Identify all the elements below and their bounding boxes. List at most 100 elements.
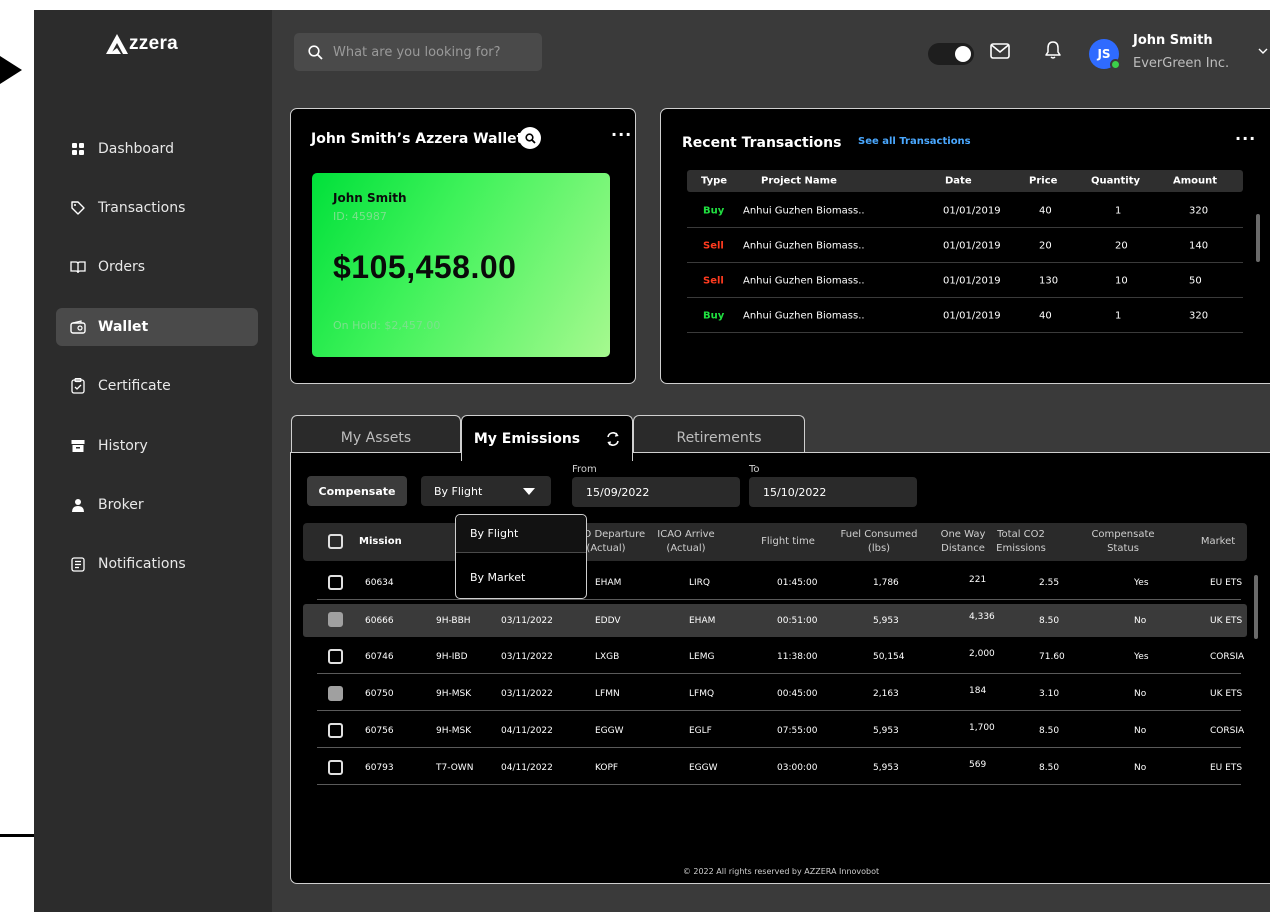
cell-arr: EHAM	[689, 615, 716, 626]
row-checkbox[interactable]	[328, 686, 343, 701]
from-date-field[interactable]: 15/09/2022	[572, 477, 740, 507]
cell-project: Anhui Guzhen Biomass..	[743, 310, 865, 321]
cell-project: Anhui Guzhen Biomass..	[743, 240, 865, 251]
cell-reg: 9H-IBD	[436, 652, 468, 662]
cell-date: 03/11/2022	[501, 615, 553, 626]
theme-toggle[interactable]	[928, 43, 974, 65]
sidebar-item-orders[interactable]: Orders	[56, 248, 258, 286]
emission-row[interactable]: 60756 9H-MSK 04/11/2022 EGGW EGLF 07:55:00 5,9…	[317, 715, 1244, 748]
toggle-knob	[955, 46, 971, 62]
sidebar-item-history[interactable]: History	[56, 427, 258, 465]
cell-fuel: 5,953	[873, 726, 899, 736]
filter-select[interactable]: By Flight	[421, 476, 551, 506]
cell-market: UK ETS	[1210, 689, 1243, 699]
cell-arr: LIRQ	[689, 578, 711, 588]
transaction-row[interactable]: Buy Anhui Guzhen Biomass.. 01/01/2019 40 1 32…	[687, 194, 1243, 228]
cell-mission: 60756	[365, 726, 394, 736]
cell-price: 130	[1039, 275, 1059, 286]
emission-row[interactable]: 60746 9H-IBD 03/11/2022 LXGB LEMG 11:38:00 50,…	[317, 641, 1244, 674]
filter-dropdown-menu: By Flight By Market	[455, 514, 587, 599]
search-bar[interactable]: What are you looking for?	[294, 33, 542, 71]
person-icon	[70, 497, 86, 513]
see-all-transactions-link[interactable]: See all Transactions	[858, 136, 971, 147]
sidebar-item-dashboard[interactable]: Dashboard	[56, 130, 258, 168]
tab-label: Retirements	[676, 429, 762, 446]
transactions-title: Recent Transactions	[682, 135, 842, 151]
scrollbar[interactable]	[1254, 575, 1258, 639]
cell-type: Sell	[703, 240, 724, 251]
cell-project: Anhui Guzhen Biomass..	[743, 205, 865, 216]
transaction-row[interactable]: Sell Anhui Guzhen Biomass.. 01/01/2019 130 1…	[687, 264, 1243, 298]
sidebar-item-broker[interactable]: Broker	[56, 486, 258, 524]
cell-dep: EHAM	[595, 578, 622, 588]
to-date-field[interactable]: 15/10/2022	[749, 477, 917, 507]
sidebar-item-certificate[interactable]: Certificate	[56, 367, 258, 405]
emissions-table-header: Mission ICAO Departure (Actual) ICAO Arri…	[303, 523, 1247, 561]
bell-icon[interactable]	[1044, 40, 1062, 60]
emission-row[interactable]: 60666 9H-BBH 03/11/2022 EDDV EHAM 00:51:00 5,9…	[303, 604, 1247, 637]
cell-fuel: 5,953	[873, 615, 899, 626]
cell-time: 00:51:00	[777, 615, 818, 626]
column-header: Flight time	[761, 536, 815, 547]
cell-distance: 221	[969, 574, 987, 585]
row-checkbox[interactable]	[328, 760, 343, 775]
refresh-icon[interactable]	[606, 431, 620, 446]
emissions-panel: Compensate By Flight From 15/09/2022 To …	[290, 452, 1270, 884]
row-checkbox[interactable]	[328, 723, 343, 738]
wallet-balance: $105,458.00	[333, 249, 517, 285]
avatar[interactable]: JS	[1089, 39, 1121, 70]
caret-down-icon	[523, 488, 535, 495]
tab-my-emissions[interactable]: My Emissions	[461, 415, 633, 461]
compensate-button[interactable]: Compensate	[307, 476, 407, 506]
transaction-row[interactable]: Sell Anhui Guzhen Biomass.. 01/01/2019 20 20…	[687, 229, 1243, 263]
wallet-card: John Smith’s Azzera Wallet ··· John Smit…	[290, 108, 636, 384]
cell-quantity: 1	[1115, 205, 1122, 216]
search-icon	[308, 44, 323, 60]
row-checkbox[interactable]	[328, 575, 343, 590]
to-label: To	[749, 464, 760, 475]
azzera-logo[interactable]: zzera	[106, 34, 178, 54]
search-input[interactable]: What are you looking for?	[333, 45, 501, 60]
emission-row[interactable]: 60793 T7-OWN 04/11/2022 KOPF EGGW 03:00:00 5,9…	[317, 752, 1242, 785]
dropdown-option-by-flight[interactable]: By Flight	[456, 515, 586, 553]
cell-distance: 184	[969, 685, 987, 696]
cell-co2: 71.60	[1039, 652, 1065, 662]
user-company: EverGreen Inc.	[1133, 56, 1230, 71]
chevron-down-icon[interactable]	[1258, 48, 1268, 55]
cell-reg: 9H-MSK	[436, 689, 472, 699]
scrollbar[interactable]	[1256, 214, 1260, 262]
cell-status: Yes	[1134, 652, 1149, 662]
cell-mission: 60634	[365, 578, 394, 588]
sidebar-item-wallet[interactable]: Wallet	[56, 308, 258, 346]
logo-text: zzera	[129, 33, 179, 54]
cell-date: 03/11/2022	[501, 652, 553, 662]
select-all-checkbox[interactable]	[328, 534, 343, 549]
cell-status: Yes	[1134, 578, 1149, 588]
outside-bar	[0, 834, 36, 837]
transaction-row[interactable]: Buy Anhui Guzhen Biomass.. 01/01/2019 40 1 32…	[687, 299, 1243, 333]
column-header: Project Name	[761, 175, 837, 187]
notification-icon	[70, 556, 86, 572]
card-holder-name: John Smith	[333, 191, 407, 205]
cell-date: 01/01/2019	[943, 275, 1001, 286]
cell-arr: EGLF	[689, 726, 712, 736]
cell-mission: 60666	[365, 615, 394, 626]
cell-time: 01:45:00	[777, 578, 818, 588]
more-options-icon[interactable]: ···	[1235, 129, 1256, 148]
mail-icon[interactable]	[990, 43, 1010, 59]
more-options-icon[interactable]: ···	[611, 125, 632, 144]
row-checkbox[interactable]	[328, 649, 343, 664]
row-checkbox[interactable]	[328, 612, 343, 627]
wallet-icon	[70, 319, 86, 335]
emission-row[interactable]: 60750 9H-MSK 03/11/2022 LFMN LFMQ 00:45:00 2,1…	[317, 678, 1243, 711]
book-icon	[70, 259, 86, 275]
sidebar-item-transactions[interactable]: Transactions	[56, 189, 258, 227]
dropdown-option-by-market[interactable]: By Market	[456, 558, 586, 596]
wallet-search-button[interactable]	[519, 127, 541, 149]
cell-dep: EGGW	[595, 726, 624, 736]
on-hold-amount: On Hold: $2,457.00	[333, 319, 441, 332]
cell-status: No	[1134, 615, 1147, 626]
sidebar-item-notifications[interactable]: Notifications	[56, 545, 258, 583]
column-header: Market	[1200, 536, 1236, 547]
cell-arr: EGGW	[689, 763, 718, 773]
